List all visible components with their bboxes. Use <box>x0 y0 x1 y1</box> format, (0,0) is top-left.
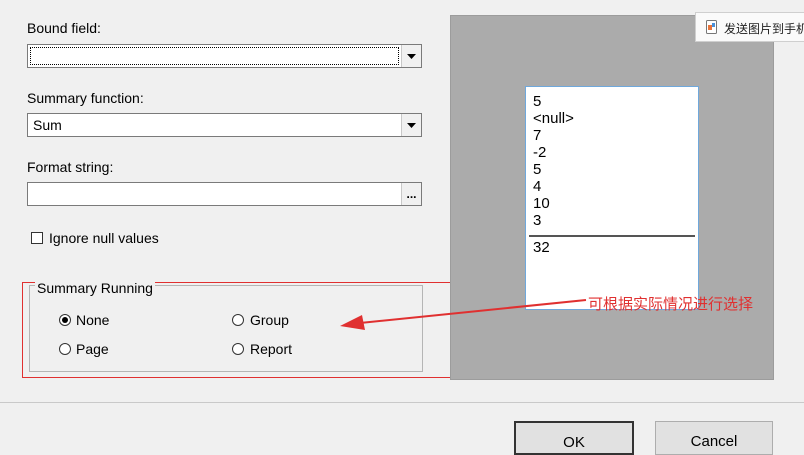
chevron-down-icon <box>407 53 416 59</box>
format-string-label-text: Format string: <box>27 159 114 175</box>
send-to-phone-label: 发送图片到手机 <box>724 22 804 36</box>
radio-report-label-text: Report <box>250 341 293 357</box>
preview-value: 10 <box>533 195 550 212</box>
ignore-nulls-label-text: Ignore null values <box>49 230 159 246</box>
preview-value: 3 <box>533 212 542 229</box>
ignore-nulls-checkbox[interactable] <box>31 232 43 244</box>
summary-function-combo[interactable]: Sum <box>27 113 422 137</box>
format-string-ellipsis-button[interactable]: ... <box>401 183 421 205</box>
summary-function-label: Summary function: <box>27 90 144 106</box>
bound-field-label: Bound field: <box>27 20 101 36</box>
phone-send-icon <box>706 20 717 37</box>
preview-value: 4 <box>533 178 542 195</box>
summary-running-title: Summary Running <box>35 280 155 296</box>
preview-total-rule <box>529 235 695 237</box>
radio-page[interactable] <box>59 343 71 355</box>
bound-field-combo[interactable] <box>27 44 422 68</box>
ok-button[interactable]: OK <box>514 421 634 455</box>
summary-function-dropdown-button[interactable] <box>401 114 421 136</box>
preview-value: <null> <box>533 110 574 127</box>
summary-function-label-text: Summary function: <box>27 90 144 106</box>
format-string-label: Format string: <box>27 159 113 175</box>
radio-none-label-text: None <box>76 312 110 328</box>
annotation-text: 可根据实际情况进行选择 <box>588 296 754 313</box>
send-to-phone-button[interactable]: 发送图片到手机 <box>695 12 804 42</box>
format-string-input[interactable]: ... <box>27 182 422 206</box>
cancel-button-label: Cancel <box>690 433 738 450</box>
radio-page-label-text: Page <box>76 341 109 357</box>
cancel-button[interactable]: Cancel <box>655 421 773 455</box>
preview-sheet: 5 <null> 7 -2 5 4 10 3 32 <box>525 86 699 310</box>
radio-report[interactable] <box>232 343 244 355</box>
radio-group-label[interactable]: Group <box>250 312 289 328</box>
preview-value: 5 <box>533 161 542 178</box>
radio-page-label[interactable]: Page <box>76 341 109 357</box>
radio-none[interactable] <box>59 314 71 326</box>
preview-total: 32 <box>533 239 550 256</box>
bound-field-dropdown-button[interactable] <box>401 45 421 67</box>
annotation-arrow-icon <box>340 299 587 330</box>
ignore-nulls-label[interactable]: Ignore null values <box>49 230 159 246</box>
preview-value: 7 <box>533 127 542 144</box>
summary-function-value: Sum <box>33 117 62 133</box>
preview-value: -2 <box>533 144 547 161</box>
radio-none-label[interactable]: None <box>76 312 109 328</box>
chevron-down-icon <box>407 122 416 128</box>
radio-group[interactable] <box>232 314 244 326</box>
radio-report-label[interactable]: Report <box>250 341 292 357</box>
focus-outline <box>30 47 399 65</box>
summary-running-title-text: Summary Running <box>37 280 153 296</box>
ok-button-label: OK <box>563 434 585 451</box>
ellipsis-icon: ... <box>406 187 417 201</box>
preview-value: 5 <box>533 93 542 110</box>
bound-field-label-text: Bound field: <box>27 20 101 36</box>
radio-group-label-text: Group <box>250 312 289 328</box>
